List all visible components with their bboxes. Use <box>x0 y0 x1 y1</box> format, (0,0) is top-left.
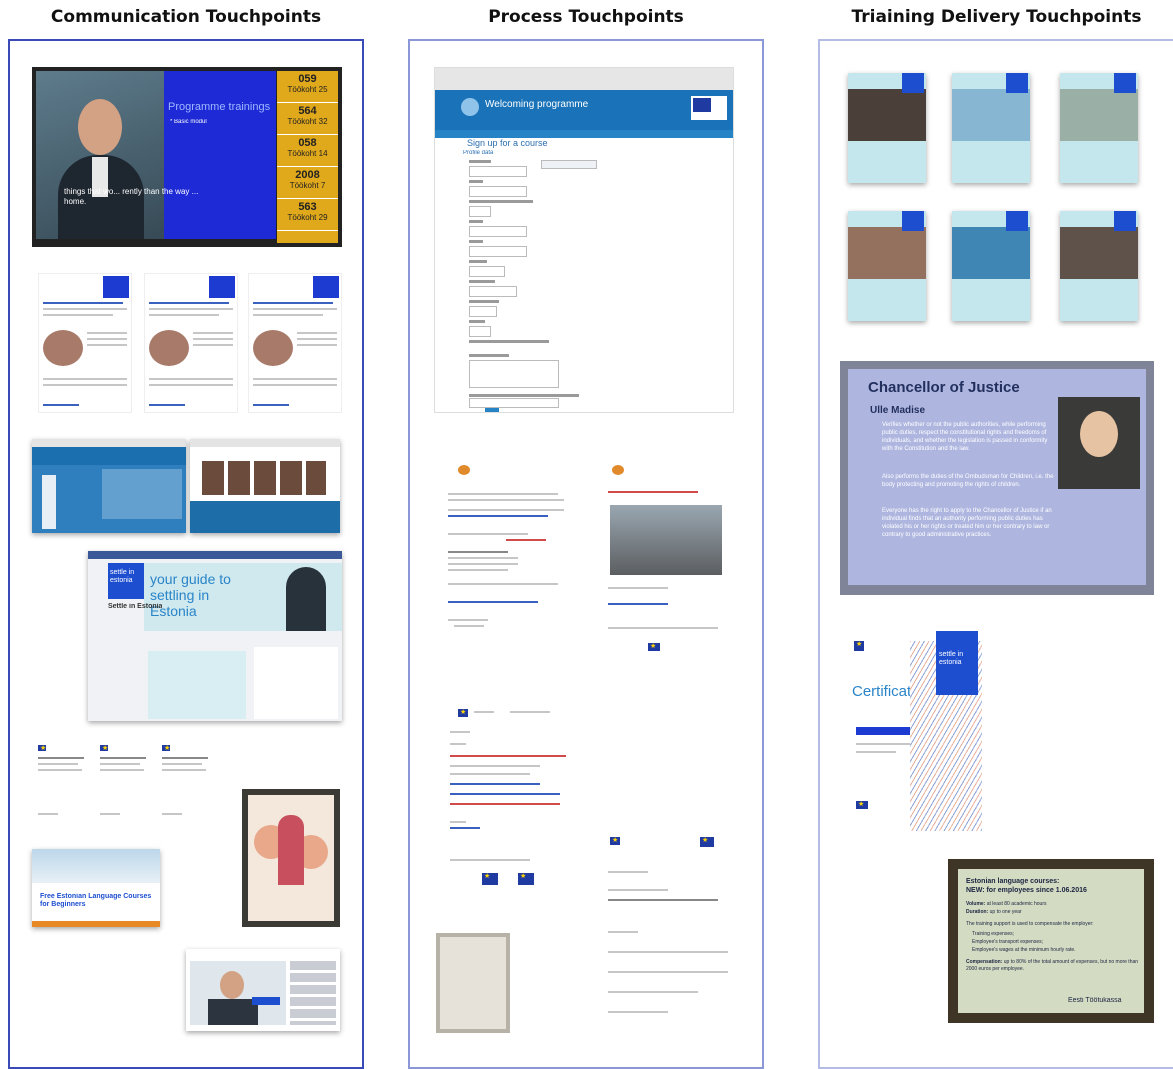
slide-title: Estonian language courses: NEW: for empl… <box>966 878 1087 894</box>
booklet-cover <box>1060 73 1138 183</box>
event-poster-photo <box>242 789 340 927</box>
video-page-screenshot <box>186 949 340 1031</box>
portrait-photo <box>1058 397 1140 489</box>
facebook-page-screenshot: your guide to settling in Estonia settle… <box>88 551 342 721</box>
form-section-label: Profile data <box>463 150 494 156</box>
facebook-profile-logo: settle in estonia <box>108 563 144 599</box>
queue-number: 564 <box>298 105 317 117</box>
queue-entry: 058 Töökoht 14 <box>277 137 338 167</box>
letter-page <box>160 743 214 825</box>
website-screenshot <box>32 439 186 533</box>
tv-slide-heading: Programme trainings <box>168 101 271 113</box>
form-field[interactable] <box>469 226 527 237</box>
queue-board: 059 Töökoht 25 564 Töökoht 32 058 Töökoh… <box>277 71 338 243</box>
queue-desk: Töökoht 29 <box>287 213 328 222</box>
signup-form-screenshot: Welcoming programme Sign up for a course… <box>434 67 734 413</box>
site-logo-icon <box>461 98 479 116</box>
tootukassa-logo: Eesti Töötukassa <box>1068 997 1122 1004</box>
form-field[interactable] <box>469 206 491 217</box>
queue-entry: 564 Töökoht 32 <box>277 105 338 135</box>
logo-icon <box>612 465 624 475</box>
facebook-cover-tagline: your guide to settling in Estonia <box>150 571 231 619</box>
slide-support-text: The training support is used to compensa… <box>966 921 1094 927</box>
handwritten-form-photo <box>436 933 510 1033</box>
eu-flag-icon <box>691 96 727 120</box>
queue-entry: 563 Töökoht 29 <box>277 201 338 231</box>
form-select[interactable] <box>469 286 517 297</box>
booklet-cover <box>952 211 1030 321</box>
confirmation-email <box>446 463 572 663</box>
programme-slide: Programme trainings * Basic modul <box>164 71 276 239</box>
slide-duration: Duration: up to one year <box>966 909 1022 915</box>
facebook-page-name: Settle in Estonia <box>108 603 163 610</box>
booklet-cover <box>952 73 1030 183</box>
queue-desk: Töökoht 32 <box>287 117 328 126</box>
letter-page <box>98 743 152 825</box>
column-title-process: Process Touchpoints <box>488 7 684 27</box>
site-title: Welcoming programme <box>485 99 589 110</box>
queue-number: 563 <box>298 201 317 213</box>
tv-screen-photo: Programme trainings * Basic modul things… <box>32 67 342 247</box>
queue-number: 059 <box>298 73 317 85</box>
form-title: Sign up for a course <box>467 138 548 148</box>
newsletter-page <box>144 273 238 413</box>
location-email <box>606 463 732 663</box>
queue-number: 2008 <box>295 169 320 181</box>
slide-volume: Volume: at least 80 academic hours <box>966 901 1047 907</box>
communication-panel: Programme trainings * Basic modul things… <box>8 39 364 1069</box>
queue-number: 058 <box>298 137 317 149</box>
slide-title: Chancellor of Justice <box>868 379 1020 396</box>
slide-compensation: Compensation: up to 80% of the total amo… <box>966 959 1139 972</box>
certificate-logo: settle in estonia <box>936 631 978 695</box>
tv-caption: things that wo... rently than the way ..… <box>64 187 199 206</box>
slide-bullet: Training expenses; <box>972 931 1015 937</box>
form-select[interactable] <box>469 266 505 277</box>
queue-desk: Töökoht 25 <box>287 85 328 94</box>
form-field[interactable] <box>541 160 597 169</box>
newsletter-page <box>248 273 342 413</box>
queue-desk: Töökoht 7 <box>289 181 326 190</box>
booklet-cover <box>848 73 926 183</box>
building-photo <box>610 505 722 575</box>
slide-bullet: Also performs the duties of the Ombudsma… <box>882 474 1054 488</box>
flyer-title: Free Estonian Language Courses for Begin… <box>40 893 152 908</box>
newsletter-page <box>38 273 132 413</box>
language-course-slide-photo: Estonian language courses: NEW: for empl… <box>948 859 1154 1023</box>
slide-bullet: Everyone has the right to apply to the C… <box>882 508 1052 538</box>
letter-page <box>36 743 90 825</box>
form-textarea[interactable] <box>469 398 559 408</box>
logo-icon <box>458 465 470 475</box>
website-screenshot <box>190 439 340 533</box>
form-field[interactable] <box>469 246 527 257</box>
form-field[interactable] <box>469 186 527 197</box>
column-title-delivery: Triaining Delivery Touchpoints <box>851 7 1142 27</box>
slide-bullet: Employee's wages at the minimum hourly r… <box>972 947 1076 953</box>
queue-entry: 059 Töökoht 25 <box>277 73 338 103</box>
column-title-communication: Communication Touchpoints <box>50 7 322 27</box>
language-course-flyer: Free Estonian Language Courses for Begin… <box>32 849 160 927</box>
delivery-panel: Chancellor of Justice Ülle Madise Verifi… <box>818 39 1173 1069</box>
slide-bullet: Employee's transport expenses; <box>972 939 1043 945</box>
slide-name: Ülle Madise <box>870 405 926 416</box>
form-select[interactable] <box>469 306 497 317</box>
form-select[interactable] <box>469 326 491 337</box>
site-header: Welcoming programme <box>435 90 733 130</box>
submit-button[interactable] <box>485 408 499 412</box>
contact-letter <box>448 703 574 893</box>
registration-form <box>606 831 732 1031</box>
queue-desk: Töökoht 14 <box>287 149 328 158</box>
booklet-cover <box>1060 211 1138 321</box>
tv-slide-bullet: * Basic modul <box>170 119 207 125</box>
presenter-video <box>36 71 164 239</box>
slide-bullet: Verifies whether or not the public autho… <box>882 422 1048 452</box>
form-field[interactable] <box>469 166 527 177</box>
form-textarea[interactable] <box>469 360 559 388</box>
process-panel: Welcoming programme Sign up for a course… <box>408 39 764 1069</box>
chancellor-slide-photo: Chancellor of Justice Ülle Madise Verifi… <box>840 361 1154 595</box>
queue-entry: 2008 Töökoht 7 <box>277 169 338 199</box>
booklet-cover <box>848 211 926 321</box>
